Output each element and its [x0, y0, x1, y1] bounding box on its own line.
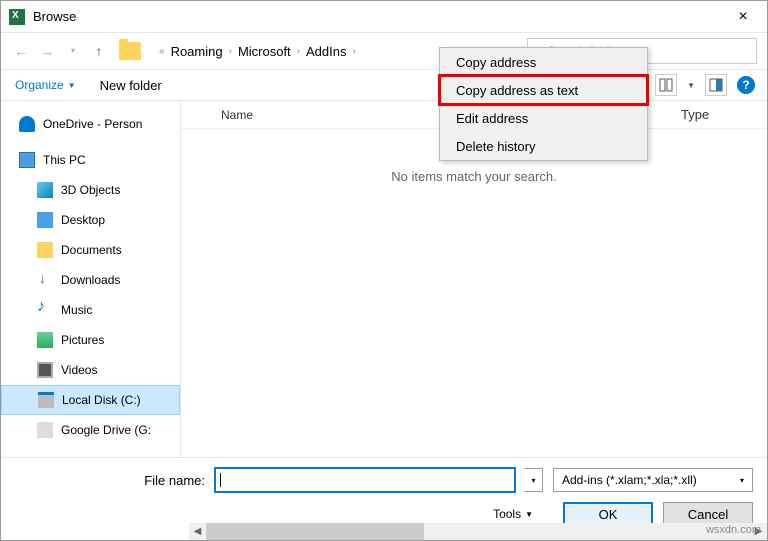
preview-button[interactable]: [705, 74, 727, 96]
close-button[interactable]: ×: [727, 8, 759, 26]
scroll-track[interactable]: [206, 523, 750, 540]
nav-3d-objects[interactable]: 3D Objects: [1, 175, 180, 205]
music-icon: [37, 302, 53, 318]
chevron-icon: ›: [293, 46, 304, 57]
drive-icon: [37, 422, 53, 438]
nav-this-pc[interactable]: This PC: [1, 145, 180, 175]
context-menu: Copy address Copy address as text Edit a…: [439, 47, 648, 161]
filetype-filter[interactable]: Add-ins (*.xlam;*.xla;*.xll) ▾: [553, 468, 753, 492]
documents-icon: [37, 242, 53, 258]
filename-label: File name:: [15, 473, 205, 488]
scroll-thumb[interactable]: [206, 523, 424, 540]
nav-desktop[interactable]: Desktop: [1, 205, 180, 235]
header-type[interactable]: Type: [681, 107, 709, 122]
filename-dropdown[interactable]: ▾: [525, 468, 543, 492]
preview-icon: [709, 78, 723, 92]
disk-icon: [38, 392, 54, 408]
cloud-icon: [19, 116, 35, 132]
new-folder-button[interactable]: New folder: [100, 78, 162, 93]
nav-pictures[interactable]: Pictures: [1, 325, 180, 355]
nav-music[interactable]: Music: [1, 295, 180, 325]
ctx-delete-history[interactable]: Delete history: [440, 132, 647, 160]
horizontal-scrollbar[interactable]: ◀ ▶: [189, 523, 767, 540]
window-title: Browse: [33, 9, 727, 24]
crumb-roaming[interactable]: Roaming: [171, 44, 223, 59]
back-button[interactable]: ←: [11, 41, 31, 61]
forward-button[interactable]: →: [37, 41, 57, 61]
organize-button[interactable]: Organize ▼: [15, 78, 76, 92]
chevron-icon: ›: [225, 46, 236, 57]
downloads-icon: [37, 272, 53, 288]
nav-tree[interactable]: OneDrive - Person This PC 3D Objects Des…: [1, 101, 181, 457]
recent-dropdown[interactable]: ▾: [63, 41, 83, 61]
videos-icon: [37, 362, 53, 378]
watermark: wsxdn.com: [706, 524, 761, 536]
dropdown-icon: ▼: [525, 510, 533, 519]
chevron-icon: ›: [349, 46, 360, 57]
cube-icon: [37, 182, 53, 198]
folder-icon: [119, 42, 141, 60]
nav-local-disk[interactable]: Local Disk (C:): [1, 385, 180, 415]
empty-message: No items match your search.: [181, 169, 767, 184]
dropdown-icon: ▼: [68, 81, 76, 90]
excel-icon: [9, 9, 25, 25]
nav-google-drive[interactable]: Google Drive (G:: [1, 415, 180, 445]
up-button[interactable]: ↑: [89, 41, 109, 61]
body: OneDrive - Person This PC 3D Objects Des…: [1, 101, 767, 457]
pictures-icon: [37, 332, 53, 348]
view-icon: [659, 78, 673, 92]
toolbar: Organize ▼ New folder ▼ ?: [1, 69, 767, 101]
view-dropdown[interactable]: ▼: [687, 81, 695, 90]
ctx-copy-address-text[interactable]: Copy address as text: [440, 76, 647, 104]
pc-icon: [19, 152, 35, 168]
nav-documents[interactable]: Documents: [1, 235, 180, 265]
ctx-copy-address[interactable]: Copy address: [440, 48, 647, 76]
scroll-left-icon[interactable]: ◀: [189, 526, 206, 537]
filename-input[interactable]: [215, 468, 515, 492]
browse-dialog: Browse × ← → ▾ ↑ « Roaming › Microsoft ›…: [0, 0, 768, 541]
chevron-left-icon: «: [155, 46, 169, 57]
help-button[interactable]: ?: [737, 76, 755, 94]
nav-videos[interactable]: Videos: [1, 355, 180, 385]
dropdown-icon: ▾: [740, 476, 744, 485]
ctx-edit-address[interactable]: Edit address: [440, 104, 647, 132]
nav-bar: ← → ▾ ↑ « Roaming › Microsoft › AddIns ›…: [1, 33, 767, 69]
desktop-icon: [37, 212, 53, 228]
tools-button[interactable]: Tools ▼: [493, 507, 533, 521]
titlebar: Browse ×: [1, 1, 767, 33]
view-button[interactable]: [655, 74, 677, 96]
nav-downloads[interactable]: Downloads: [1, 265, 180, 295]
nav-onedrive[interactable]: OneDrive - Person: [1, 109, 180, 139]
crumb-addins[interactable]: AddIns: [306, 44, 346, 59]
crumb-microsoft[interactable]: Microsoft: [238, 44, 291, 59]
